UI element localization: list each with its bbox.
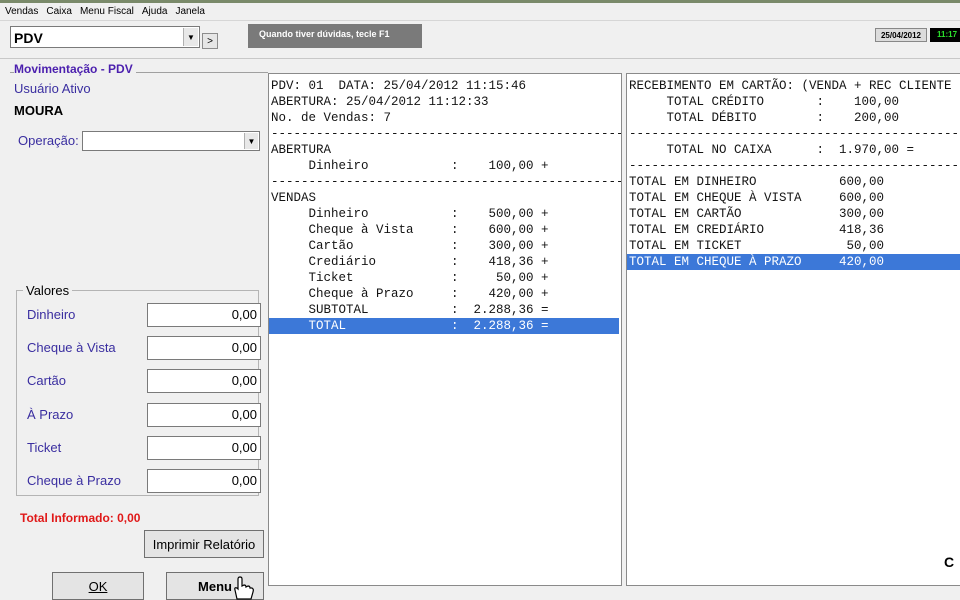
report-line: TOTAL EM CREDIÁRIO 418,36	[629, 223, 885, 237]
report-line: ABERTURA: 25/04/2012 11:12:33	[271, 95, 489, 109]
report-line: Ticket : 50,00 +	[271, 271, 549, 285]
operation-label: Operação:	[18, 133, 79, 148]
report-summary-right[interactable]: RECEBIMENTO EM CARTÃO: (VENDA + REC CLIE…	[626, 73, 960, 586]
chevron-down-icon[interactable]: ▼	[183, 28, 198, 46]
value-row-cartao: Cartão 0,00	[27, 369, 261, 393]
report-line: Cheque à Prazo : 420,00 +	[271, 287, 549, 301]
values-group: Valores Dinheiro 0,00 Cheque à Vista 0,0…	[16, 283, 261, 496]
value-label: Cartão	[27, 373, 67, 388]
value-label: Cheque à Vista	[27, 340, 116, 355]
pdv-selector-value: PDV	[14, 30, 43, 46]
report-line: ----------------------------------------…	[271, 127, 622, 141]
menu-bar: Vendas Caixa Menu Fiscal Ajuda Janela	[0, 3, 960, 21]
value-row-ticket: Ticket 0,00	[27, 436, 261, 460]
report-line: ABERTURA	[271, 143, 332, 157]
active-user-name: MOURA	[14, 103, 64, 118]
report-line: PDV: 01 DATA: 25/04/2012 11:15:46	[271, 79, 527, 93]
report-line: Crediário : 418,36 +	[271, 255, 549, 269]
edge-glyph: C	[944, 554, 955, 570]
next-button[interactable]: >	[202, 33, 218, 49]
value-row-dinheiro: Dinheiro 0,00	[27, 303, 261, 327]
cartao-input[interactable]: 0,00	[147, 369, 261, 393]
menu-vendas[interactable]: Vendas	[5, 6, 38, 17]
toolbar: PDV ▼ > Quando tiver dúvidas, tecle F1 2…	[0, 21, 960, 59]
values-group-title: Valores	[23, 283, 73, 298]
report-line: RECEBIMENTO EM CARTÃO: (VENDA + REC CLIE…	[629, 79, 952, 93]
ticket-input[interactable]: 0,00	[147, 436, 261, 460]
value-label: Cheque à Prazo	[27, 473, 121, 488]
operation-select[interactable]: ▼	[82, 131, 260, 151]
report-line: TOTAL EM CHEQUE À VISTA 600,00	[629, 191, 885, 205]
hand-cursor-icon	[234, 576, 254, 600]
report-line: TOTAL EM CARTÃO 300,00	[629, 207, 885, 221]
pdv-selector[interactable]: PDV ▼	[10, 26, 200, 48]
report-line-selected: TOTAL : 2.288,36 =	[269, 318, 619, 334]
report-line: TOTAL EM DINHEIRO 600,00	[629, 175, 885, 189]
report-line: TOTAL DÉBITO : 200,00	[629, 111, 900, 125]
cheque-prazo-input[interactable]: 0,00	[147, 469, 261, 493]
date-display: 25/04/2012	[875, 28, 927, 42]
value-label: Ticket	[27, 440, 62, 455]
menu-fiscal[interactable]: Menu Fiscal	[80, 6, 134, 17]
report-line: ----------------------------------------…	[629, 159, 960, 173]
report-summary-left[interactable]: PDV: 01 DATA: 25/04/2012 11:15:46 ABERTUR…	[268, 73, 622, 586]
report-line: VENDAS	[271, 191, 317, 205]
report-line: ----------------------------------------…	[629, 127, 960, 141]
value-row-a-prazo: À Prazo 0,00	[27, 403, 261, 427]
report-line: TOTAL CRÉDITO : 100,00	[629, 95, 900, 109]
cheque-vista-input[interactable]: 0,00	[147, 336, 261, 360]
menu-caixa[interactable]: Caixa	[46, 6, 72, 17]
value-label: À Prazo	[27, 407, 74, 422]
help-hint: Quando tiver dúvidas, tecle F1	[248, 24, 422, 48]
left-panel: Movimentação - PDV Usuário Ativo MOURA O…	[8, 62, 268, 600]
report-line: TOTAL NO CAIXA : 1.970,00 =	[629, 143, 915, 157]
report-line: Cheque à Vista : 600,00 +	[271, 223, 549, 237]
section-title: Movimentação - PDV	[14, 62, 136, 76]
chevron-down-icon[interactable]: ▼	[244, 133, 258, 149]
total-informado: Total Informado: 0,00	[20, 511, 141, 525]
print-report-button[interactable]: Imprimir Relatório	[144, 530, 264, 558]
menu-janela[interactable]: Janela	[175, 6, 204, 17]
report-line: No. de Vendas: 7	[271, 111, 392, 125]
menu-ajuda[interactable]: Ajuda	[142, 6, 168, 17]
value-row-cheque-prazo: Cheque à Prazo 0,00	[27, 469, 261, 493]
value-row-cheque-vista: Cheque à Vista 0,00	[27, 336, 261, 360]
clock-display: 11:17	[930, 28, 960, 42]
report-line: Cartão : 300,00 +	[271, 239, 549, 253]
active-user-label: Usuário Ativo	[14, 81, 91, 96]
report-line: Dinheiro : 100,00 +	[271, 159, 549, 173]
a-prazo-input[interactable]: 0,00	[147, 403, 261, 427]
report-line: Dinheiro : 500,00 +	[271, 207, 549, 221]
ok-button[interactable]: OK	[52, 572, 144, 600]
value-label: Dinheiro	[27, 307, 76, 322]
report-line: TOTAL EM TICKET 50,00	[629, 239, 885, 253]
dinheiro-input[interactable]: 0,00	[147, 303, 261, 327]
report-line: ----------------------------------------…	[271, 175, 622, 189]
report-line: SUBTOTAL : 2.288,36 =	[271, 303, 549, 317]
report-line-selected: TOTAL EM CHEQUE À PRAZO 420,00	[627, 254, 960, 270]
